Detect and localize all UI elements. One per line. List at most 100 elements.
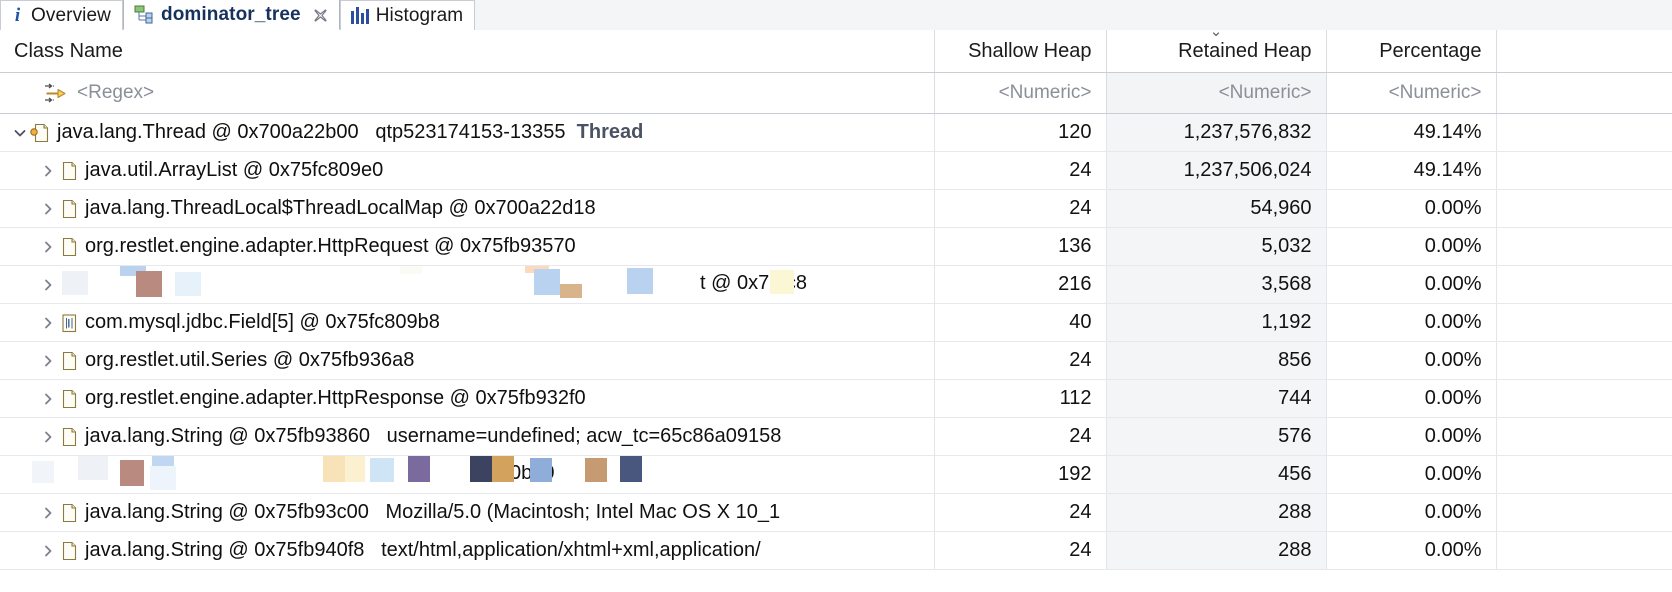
filter-cell-filler [1496, 72, 1672, 114]
cell-retained-heap: 288 [1106, 531, 1327, 570]
tab-dominator-tree[interactable]: dominator_tree [122, 0, 340, 30]
tab-overview[interactable]: i Overview [0, 0, 123, 30]
tab-histogram[interactable]: Histogram [339, 0, 476, 30]
row-label: com.mysql.jdbc.Field[5] @ 0x75fc809b8 [85, 311, 440, 334]
table-row[interactable]: java.lang.String @ 0x75fb940f8 text/html… [0, 531, 1672, 570]
row-label: java.util.ArrayList @ 0x75fc809e0 [85, 159, 383, 182]
cell-class-name[interactable]: st @ 0x75fc8 [0, 265, 935, 304]
info-icon: i [14, 5, 21, 26]
object-icon [58, 160, 78, 182]
row-label: org.restlet.engine.adapter.HttpRequest @… [85, 235, 576, 258]
redaction-overlay [0, 455, 933, 493]
filter-class-name-placeholder: <Regex> [77, 82, 155, 103]
cell-class-name[interactable]: java.lang.String @ 0x75fb93c00 Mozilla/5… [0, 493, 935, 532]
row-label: org.restlet.engine.adapter.HttpResponse … [85, 387, 586, 410]
row-label: java.lang.ThreadLocal$ThreadLocalMap @ 0… [85, 197, 596, 220]
close-icon[interactable] [313, 7, 328, 22]
cell-percentage: 0.00% [1326, 379, 1497, 418]
cell-percentage: 0.00% [1326, 531, 1497, 570]
table-row[interactable]: st @ 0x75fc8 216 3,568 0.00% [0, 265, 1672, 304]
thread-object-icon [30, 122, 50, 144]
cell-class-name[interactable]: java.util.ArrayList @ 0x75fc809e0 [0, 151, 935, 190]
tree-icon [134, 5, 154, 24]
cell-class-name[interactable]: java.lang.String @ 0x75fb93860 username=… [0, 417, 935, 456]
row-detail: text/html,application/xhtml+xml,applicat… [381, 539, 761, 561]
cell-shallow-heap: 216 [934, 265, 1107, 304]
chevron-right-icon[interactable] [38, 503, 58, 523]
chevron-right-icon[interactable] [38, 199, 58, 219]
cell-class-name[interactable]: com.mysql.jdbc.Field[5] @ 0x75fc809b8 [0, 303, 935, 342]
object-icon [58, 388, 78, 410]
sort-descending-icon: ⌄ [1209, 23, 1223, 40]
cell-shallow-heap: 120 [934, 113, 1107, 152]
chevron-right-icon[interactable] [38, 275, 58, 295]
table-row[interactable]: org.restlet.engine.adapter.HttpRequest @… [0, 227, 1672, 266]
cell-class-name[interactable]: java.lang.String @ 0x75fb940f8 text/html… [0, 531, 935, 570]
table-row[interactable]: java.lang.Thread @ 0x700a22b00 qtp523174… [0, 113, 1672, 152]
cell-retained-heap: 1,237,506,024 [1106, 151, 1327, 190]
cell-class-name[interactable]: org.restlet.util.Series @ 0x75fb936a8 [0, 341, 935, 380]
cell-percentage: 0.00% [1326, 227, 1497, 266]
column-header-percentage[interactable]: Percentage [1326, 30, 1497, 73]
table-row[interactable]: org.restlet.engine.adapter.HttpResponse … [0, 379, 1672, 418]
object-icon [58, 502, 78, 524]
cell-shallow-heap: 24 [934, 341, 1107, 380]
cell-retained-heap: 1,192 [1106, 303, 1327, 342]
table-row[interactable]: java.lang.ThreadLocal$ThreadLocalMap @ 0… [0, 189, 1672, 228]
cell-shallow-heap: 24 [934, 531, 1107, 570]
cell-filler [1496, 417, 1672, 456]
table-row[interactable]: com.mysql.jdbc.Field[5] @ 0x75fc809b8 40… [0, 303, 1672, 342]
table-row[interactable]: java.util.ArrayList @ 0x75fc809e0 24 1,2… [0, 151, 1672, 190]
array-object-icon [58, 312, 78, 334]
cell-retained-heap: 456 [1106, 455, 1327, 494]
chevron-down-icon[interactable] [10, 123, 30, 143]
chevron-right-icon[interactable] [38, 313, 58, 333]
table-row[interactable]: java.lang.String @ 0x75fb93860 username=… [0, 417, 1672, 456]
object-icon [58, 426, 78, 448]
row-class-name: org.restlet.util.Series @ 0x75fb936a8 [85, 349, 415, 371]
cell-class-name[interactable]: java.lang.ThreadLocal$ThreadLocalMap @ 0… [0, 189, 935, 228]
cell-retained-heap: 54,960 [1106, 189, 1327, 228]
cell-retained-heap: 1,237,576,832 [1106, 113, 1327, 152]
row-tail-text: 0b90 [510, 462, 555, 484]
column-header-retained-heap-label: Retained Heap [1178, 39, 1312, 62]
tab-histogram-label: Histogram [375, 4, 464, 26]
cell-filler [1496, 113, 1672, 152]
chevron-right-icon[interactable] [38, 541, 58, 561]
table-row[interactable]: 0b90 192 456 0.00% [0, 455, 1672, 494]
chevron-right-icon[interactable] [38, 389, 58, 409]
row-detail: username=undefined; acw_tc=65c86a09158 [386, 425, 782, 447]
column-header-class-name[interactable]: Class Name [0, 30, 935, 73]
cell-percentage: 0.00% [1326, 455, 1497, 494]
filter-cell-percentage[interactable]: <Numeric> [1326, 72, 1497, 114]
memory-analyzer-window: i Overview dominator_tree Histogram Clas… [0, 0, 1672, 592]
cell-class-name[interactable]: 0b90 [0, 455, 935, 494]
cell-retained-heap: 744 [1106, 379, 1327, 418]
column-header-retained-heap[interactable]: ⌄ Retained Heap [1106, 24, 1327, 73]
cell-class-name[interactable]: java.lang.Thread @ 0x700a22b00 qtp523174… [0, 113, 935, 152]
cell-class-name[interactable]: org.restlet.engine.adapter.HttpRequest @… [0, 227, 935, 266]
cell-percentage: 49.14% [1326, 151, 1497, 190]
table-row[interactable]: java.lang.String @ 0x75fb93c00 Mozilla/5… [0, 493, 1672, 532]
column-header-shallow-heap[interactable]: Shallow Heap [934, 30, 1107, 73]
chevron-right-icon[interactable] [38, 351, 58, 371]
cell-filler [1496, 227, 1672, 266]
row-class-name: java.lang.ThreadLocal$ThreadLocalMap @ 0… [85, 197, 596, 219]
filter-cell-class-name[interactable]: <Regex> [0, 72, 935, 114]
cell-shallow-heap: 112 [934, 379, 1107, 418]
table-row[interactable]: org.restlet.util.Series @ 0x75fb936a8 24… [0, 341, 1672, 380]
filter-cell-shallow-heap[interactable]: <Numeric> [934, 72, 1107, 114]
row-class-name: java.lang.String @ 0x75fb940f8 [85, 539, 365, 561]
cell-class-name[interactable]: org.restlet.engine.adapter.HttpResponse … [0, 379, 935, 418]
row-class-name: java.lang.String @ 0x75fb93860 [85, 425, 370, 447]
chevron-right-icon[interactable] [38, 465, 58, 485]
chevron-right-icon[interactable] [38, 427, 58, 447]
filter-row: <Regex> <Numeric> <Numeric> <Numeric> [0, 72, 1672, 114]
cell-retained-heap: 576 [1106, 417, 1327, 456]
filter-cell-retained-heap[interactable]: <Numeric> [1106, 72, 1327, 114]
chevron-right-icon[interactable] [38, 161, 58, 181]
object-icon [58, 540, 78, 562]
cell-filler [1496, 303, 1672, 342]
row-label: org.restlet.util.Series @ 0x75fb936a8 [85, 349, 414, 372]
chevron-right-icon[interactable] [38, 237, 58, 257]
